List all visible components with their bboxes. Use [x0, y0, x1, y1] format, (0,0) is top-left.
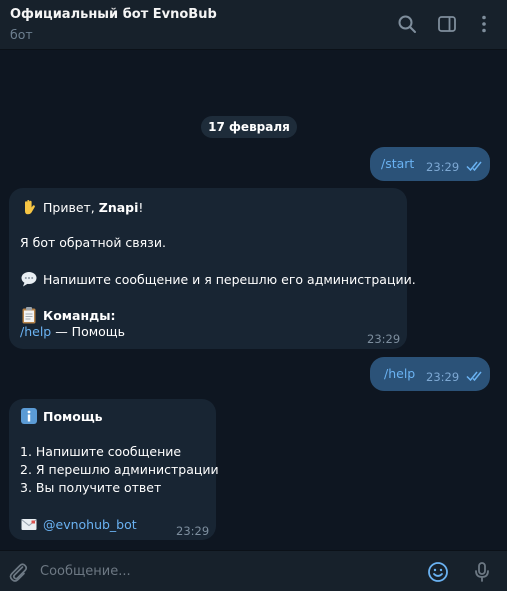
emoji-smiley-icon[interactable] [426, 560, 450, 584]
envelope-icon [20, 515, 38, 533]
message-line: 3. Вы получите ответ [20, 480, 162, 495]
help-heading: Помощь [43, 409, 103, 424]
message-time: 23:29 [426, 370, 460, 384]
message-list[interactable]: 17 февраля /start 23:29 Привет, Znapi! Я… [0, 51, 507, 550]
greeting-prefix: Привет, [43, 200, 99, 215]
message-line: /help — Помощь [20, 323, 125, 341]
incoming-message[interactable]: Помощь 1. Напишите сообщение 2. Я перешл… [9, 399, 219, 540]
commands-heading: Команды: [43, 308, 116, 323]
message-line: @evnohub_bot [20, 515, 137, 534]
message-time: 23:29 [426, 160, 460, 174]
message-text: Напишите сообщение и я перешлю его админ… [43, 272, 416, 287]
chat-header: Официальный бот EvnoBub бот [0, 0, 507, 50]
message-line: Напишите сообщение и я перешлю его админ… [20, 270, 416, 289]
message-text[interactable]: /help [384, 365, 415, 383]
message-input[interactable] [40, 559, 410, 583]
message-line: 1. Напишите сообщение [20, 444, 182, 459]
read-checkmarks-icon [466, 370, 486, 382]
more-vertical-icon[interactable] [472, 12, 496, 36]
search-icon[interactable] [395, 12, 419, 36]
chat-title[interactable]: Официальный бот EvnoBub [10, 7, 217, 22]
outgoing-message[interactable]: /start 23:29 [370, 147, 490, 181]
information-icon [20, 407, 38, 425]
incoming-message[interactable]: Привет, Znapi! Я бот обратной связи. Нап… [9, 188, 416, 349]
message-line: 2. Я перешлю администрации [20, 462, 219, 477]
clipboard-icon [20, 306, 38, 324]
message-line-greeting: Привет, Znapi! [20, 198, 143, 217]
attach-paperclip-icon[interactable] [6, 560, 30, 584]
help-command-link[interactable]: /help [20, 324, 51, 339]
message-time: 23:29 [176, 524, 210, 538]
message-text[interactable]: /start [381, 155, 414, 173]
bot-username-link[interactable]: @evnohub_bot [43, 517, 137, 532]
speech-balloon-icon [20, 270, 38, 288]
message-composer [0, 550, 507, 591]
read-checkmarks-icon [466, 160, 486, 172]
message-line: Я бот обратной связи. [20, 235, 166, 250]
sidebar-toggle-icon[interactable] [435, 12, 459, 36]
greeting-suffix: ! [138, 200, 144, 215]
message-time: 23:29 [367, 332, 401, 346]
user-name: Znapi [98, 200, 139, 215]
waving-hand-icon [20, 198, 38, 216]
message-line: Помощь [20, 407, 103, 426]
outgoing-message[interactable]: /help 23:29 [370, 357, 490, 391]
date-separator: 17 февраля [201, 116, 297, 138]
chat-subtitle: бот [10, 27, 33, 42]
microphone-icon[interactable] [470, 560, 494, 584]
command-description: — Помощь [51, 324, 125, 339]
